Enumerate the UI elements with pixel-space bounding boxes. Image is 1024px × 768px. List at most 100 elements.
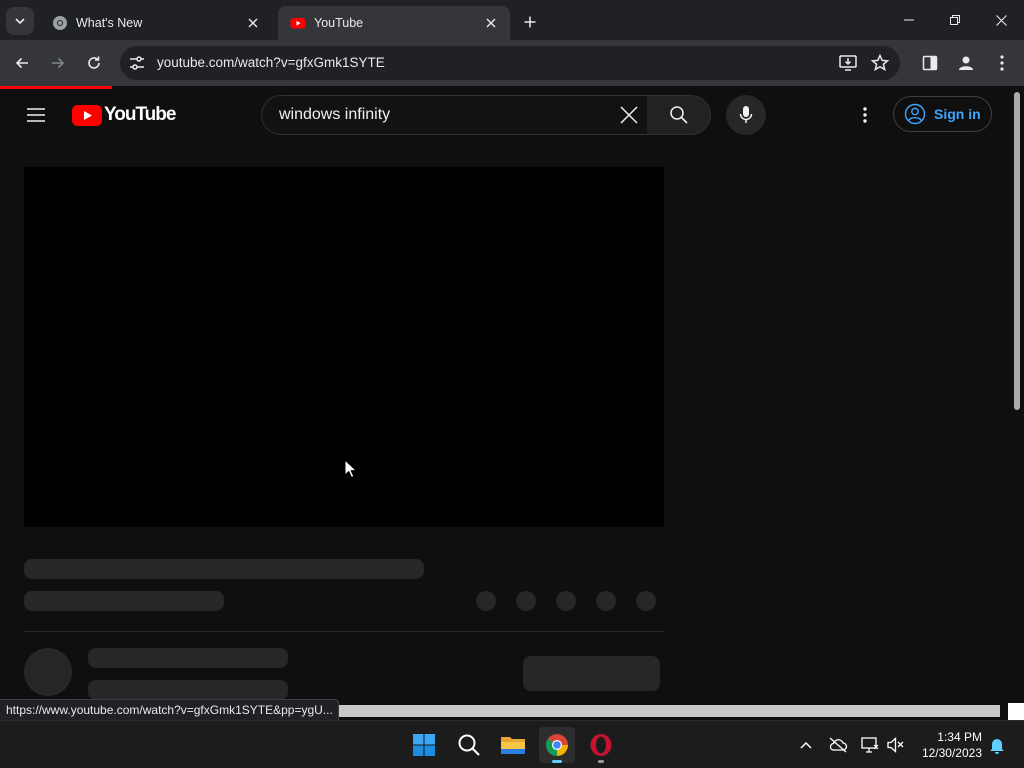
more-vert-icon bbox=[863, 107, 867, 123]
minimize-button[interactable] bbox=[886, 0, 932, 40]
chrome-taskbar-button[interactable] bbox=[539, 727, 575, 763]
new-tab-button[interactable] bbox=[518, 10, 542, 34]
onedrive-button[interactable] bbox=[826, 733, 850, 757]
tab-whats-new[interactable]: What's New bbox=[40, 6, 272, 40]
network-button[interactable] bbox=[858, 733, 882, 757]
close-icon bbox=[620, 106, 638, 124]
window-close-button[interactable] bbox=[978, 0, 1024, 40]
hamburger-menu-icon bbox=[27, 108, 45, 122]
restore-icon bbox=[950, 15, 960, 25]
tab-search-button[interactable] bbox=[6, 7, 34, 35]
youtube-logo-text: YouTube bbox=[104, 104, 176, 125]
back-arrow-icon bbox=[15, 57, 28, 69]
action-placeholder bbox=[636, 591, 656, 611]
search-box[interactable]: windows infinity bbox=[261, 95, 648, 135]
mouse-cursor-icon bbox=[344, 459, 358, 479]
network-icon bbox=[861, 737, 879, 753]
avatar-placeholder bbox=[24, 648, 72, 696]
scrollbar-thumb[interactable] bbox=[1014, 92, 1020, 410]
microphone-icon bbox=[739, 106, 753, 123]
url-text[interactable]: youtube.com/watch?v=gfxGmk1SYTE bbox=[157, 55, 385, 70]
link-status-bubble: https://www.youtube.com/watch?v=gfxGmk1S… bbox=[0, 699, 339, 721]
guide-menu-button[interactable] bbox=[22, 104, 50, 126]
subscribe-placeholder bbox=[523, 656, 660, 691]
side-panel-icon bbox=[922, 55, 938, 71]
close-icon bbox=[248, 18, 258, 28]
status-url: https://www.youtube.com/watch?v=gfxGmk1S… bbox=[6, 703, 333, 717]
taskbar-search-button[interactable] bbox=[451, 727, 487, 763]
horizontal-scrollbar[interactable] bbox=[339, 705, 1000, 717]
chevron-up-icon bbox=[800, 741, 812, 749]
file-explorer-button[interactable] bbox=[495, 727, 531, 763]
start-button[interactable] bbox=[406, 727, 442, 763]
youtube-page: YouTube windows infinity Sign in bbox=[0, 89, 1012, 732]
settings-menu-button[interactable] bbox=[857, 105, 873, 125]
bookmark-button[interactable] bbox=[870, 53, 890, 73]
taskbar: 1:34 PM 12/30/2023 bbox=[0, 720, 1024, 768]
volume-button[interactable] bbox=[884, 733, 908, 757]
chrome-icon bbox=[546, 734, 568, 756]
side-panel-button[interactable] bbox=[916, 49, 944, 77]
site-info-button[interactable] bbox=[128, 54, 146, 72]
scroll-corner bbox=[1008, 703, 1024, 720]
install-app-button[interactable] bbox=[838, 53, 858, 73]
search-input[interactable]: windows infinity bbox=[279, 106, 390, 124]
volume-muted-icon bbox=[887, 737, 904, 753]
action-placeholder bbox=[596, 591, 616, 611]
forward-button[interactable] bbox=[44, 49, 72, 77]
divider bbox=[24, 631, 664, 632]
tab-title: What's New bbox=[76, 16, 143, 30]
sign-in-button[interactable]: Sign in bbox=[893, 96, 992, 132]
back-button[interactable] bbox=[8, 49, 36, 77]
search-icon bbox=[458, 734, 480, 756]
tab-youtube[interactable]: YouTube bbox=[278, 6, 510, 40]
tab-title: YouTube bbox=[314, 16, 364, 30]
action-placeholder bbox=[556, 591, 576, 611]
restore-button[interactable] bbox=[932, 0, 978, 40]
action-placeholder bbox=[476, 591, 496, 611]
profile-button[interactable] bbox=[952, 49, 980, 77]
tune-icon bbox=[130, 56, 144, 70]
clock-date: 12/30/2023 bbox=[921, 746, 982, 760]
chevron-down-icon bbox=[15, 18, 25, 25]
file-explorer-icon bbox=[501, 737, 525, 754]
chrome-icon bbox=[53, 16, 67, 30]
search-icon bbox=[669, 106, 688, 124]
forward-arrow-icon bbox=[52, 57, 65, 69]
install-icon bbox=[839, 55, 857, 71]
notifications-button[interactable] bbox=[985, 733, 1009, 757]
plus-icon bbox=[524, 16, 536, 28]
bell-icon bbox=[990, 739, 1004, 754]
more-vert-icon bbox=[1000, 55, 1004, 71]
address-bar[interactable]: youtube.com/watch?v=gfxGmk1SYTE bbox=[120, 46, 900, 80]
clock[interactable]: 1:34 PM 12/30/2023 bbox=[912, 729, 982, 761]
star-icon bbox=[870, 53, 890, 72]
opera-button[interactable] bbox=[583, 727, 619, 763]
subscribers-placeholder bbox=[88, 680, 288, 700]
account-circle-icon bbox=[904, 103, 926, 125]
running-indicator bbox=[598, 760, 604, 763]
clear-search-button[interactable] bbox=[620, 106, 638, 124]
tab-close-button[interactable] bbox=[482, 14, 500, 32]
active-indicator bbox=[552, 760, 562, 763]
youtube-icon bbox=[290, 18, 306, 29]
close-icon bbox=[486, 18, 496, 28]
chrome-menu-button[interactable] bbox=[988, 49, 1016, 77]
meta-placeholder bbox=[24, 591, 224, 611]
title-placeholder bbox=[24, 559, 424, 579]
reload-button[interactable] bbox=[80, 49, 108, 77]
reload-icon bbox=[88, 56, 100, 69]
show-hidden-icons-button[interactable] bbox=[794, 733, 818, 757]
voice-search-button[interactable] bbox=[726, 95, 766, 135]
sign-in-label: Sign in bbox=[934, 106, 981, 122]
opera-icon bbox=[590, 734, 612, 756]
tab-close-button[interactable] bbox=[244, 14, 262, 32]
search-button[interactable] bbox=[647, 95, 711, 135]
cloud-off-icon bbox=[829, 737, 848, 753]
youtube-logo[interactable]: YouTube bbox=[72, 104, 176, 126]
start-icon bbox=[413, 734, 435, 756]
channel-placeholder bbox=[88, 648, 288, 668]
minimize-icon bbox=[904, 19, 914, 21]
tab-strip: What's New YouTube bbox=[0, 0, 1024, 40]
profile-icon bbox=[959, 56, 973, 70]
